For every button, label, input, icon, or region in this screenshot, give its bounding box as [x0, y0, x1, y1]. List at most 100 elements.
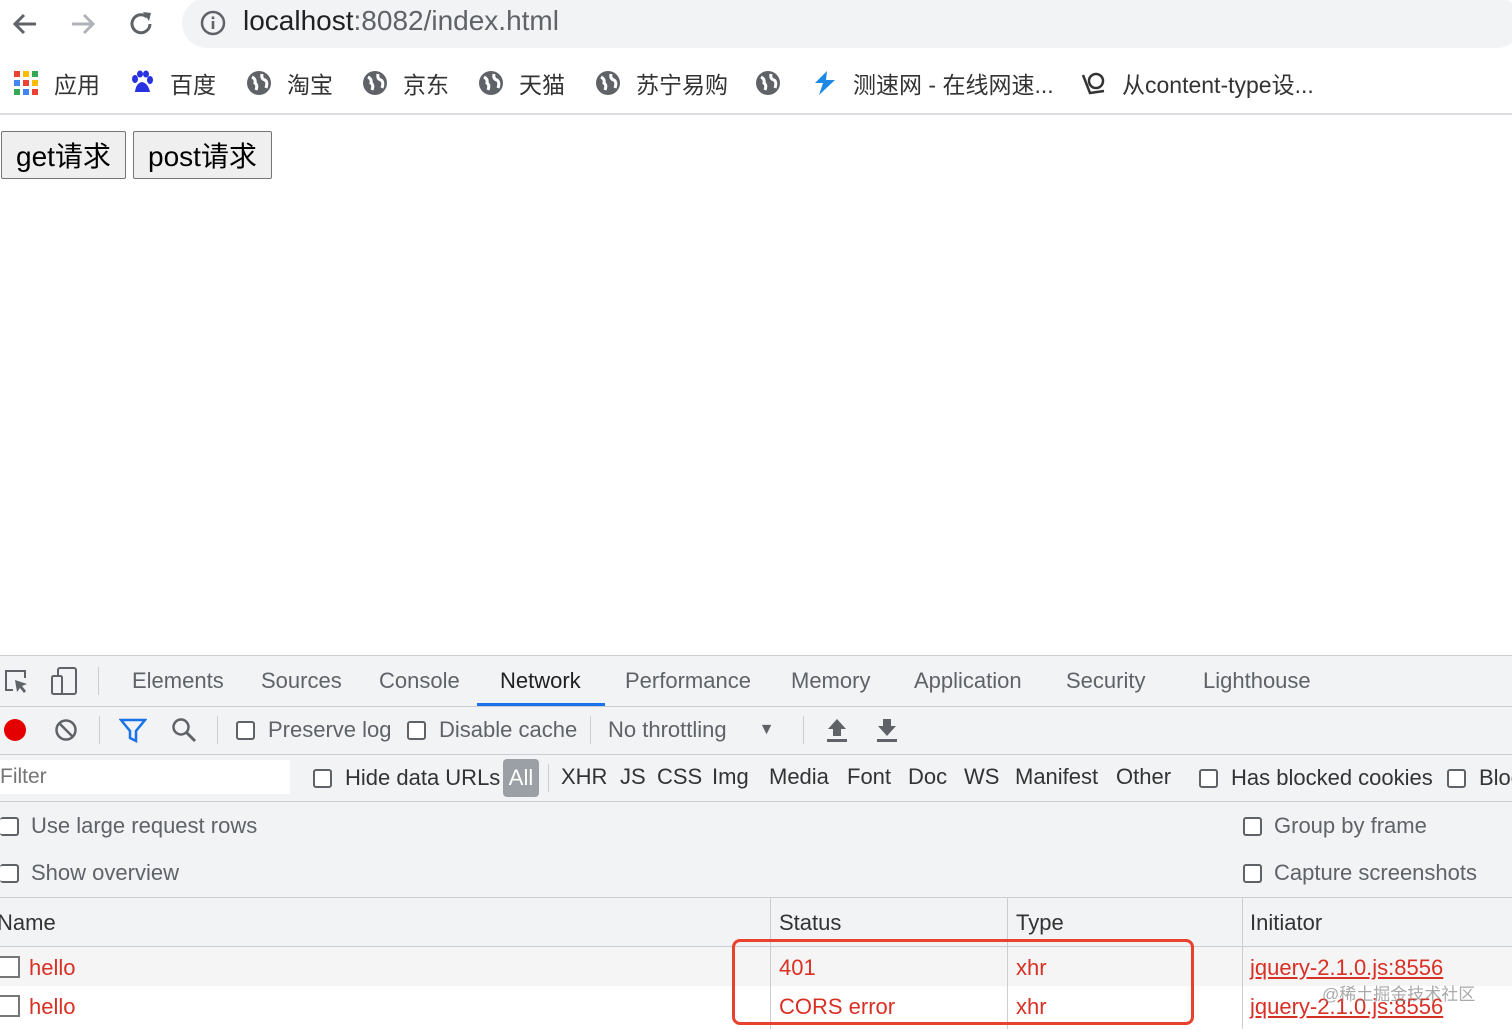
disable-cache-toggle[interactable]: Disable cache: [407, 717, 577, 743]
tab-security[interactable]: Security: [1066, 656, 1145, 706]
has-blocked-cookies-label: Has blocked cookies: [1231, 765, 1433, 790]
url-host: localhost: [243, 5, 354, 36]
bookmark-label: 应用: [54, 72, 100, 98]
tab-sources[interactable]: Sources: [261, 656, 342, 706]
bookmark-suning[interactable]: 苏宁易购: [594, 55, 728, 111]
import-har-icon[interactable]: [825, 717, 849, 748]
bookmark-label: 淘宝: [287, 72, 333, 98]
capture-screenshots-label: Capture screenshots: [1274, 860, 1477, 885]
toolbar-separator: [803, 716, 804, 744]
blocked-requests-toggle[interactable]: Bloc: [1447, 765, 1512, 791]
large-rows-checkbox[interactable]: [0, 816, 19, 836]
preserve-log-toggle[interactable]: Preserve log: [236, 717, 392, 743]
throttling-value: No throttling: [608, 717, 727, 742]
filter-separator: [548, 764, 549, 792]
record-icon[interactable]: [3, 718, 27, 747]
url-text[interactable]: localhost:8082/index.html: [243, 5, 559, 37]
type-filter-doc[interactable]: Doc: [908, 764, 947, 790]
type-filter-manifest[interactable]: Manifest: [1015, 764, 1098, 790]
request-name: hello: [29, 955, 76, 980]
capture-screenshots-checkbox[interactable]: [1243, 863, 1262, 883]
search-icon[interactable]: [171, 717, 197, 748]
reload-icon: [130, 12, 152, 35]
group-by-frame-checkbox[interactable]: [1243, 816, 1262, 836]
globe-icon: [245, 69, 273, 97]
bookmark-label: 苏宁易购: [636, 72, 728, 98]
blocked-requests-label: Bloc: [1479, 765, 1512, 790]
devtools-tab-bar: Elements Sources Console Network Perform…: [0, 656, 1512, 707]
info-icon[interactable]: [200, 10, 226, 36]
toolbar-separator: [99, 716, 100, 744]
type-filter-css[interactable]: CSS: [657, 764, 702, 790]
has-blocked-cookies-toggle[interactable]: Has blocked cookies: [1199, 765, 1433, 791]
clear-icon[interactable]: [54, 718, 78, 747]
disable-cache-checkbox[interactable]: [407, 720, 426, 740]
tab-network[interactable]: Network: [500, 656, 581, 706]
group-by-frame-label: Group by frame: [1274, 813, 1427, 838]
reload-button[interactable]: [119, 2, 163, 46]
export-har-icon[interactable]: [875, 717, 899, 748]
baidu-paw-icon: [128, 69, 156, 97]
column-header-initiator[interactable]: Initiator: [1250, 910, 1322, 936]
request-name: hello: [29, 994, 76, 1019]
show-overview-option[interactable]: Show overview: [0, 860, 179, 886]
inspect-element-icon[interactable]: [3, 668, 29, 699]
type-filter-js[interactable]: JS: [620, 764, 646, 790]
column-header-type[interactable]: Type: [1016, 910, 1064, 936]
tab-performance[interactable]: Performance: [625, 656, 751, 706]
type-filter-ws[interactable]: WS: [964, 764, 999, 790]
capture-screenshots-option[interactable]: Capture screenshots: [1243, 860, 1477, 886]
has-blocked-cookies-checkbox[interactable]: [1199, 768, 1218, 788]
request-initiator-link[interactable]: jquery-2.1.0.js:8556: [1250, 955, 1443, 981]
hide-data-urls-checkbox[interactable]: [313, 768, 332, 788]
hide-data-urls-label: Hide data URLs: [345, 765, 501, 790]
blocked-requests-checkbox[interactable]: [1447, 768, 1466, 788]
bookmark-tmall[interactable]: 天猫: [477, 55, 565, 111]
forward-button[interactable]: [61, 2, 105, 46]
post-request-button[interactable]: post请求: [133, 131, 272, 179]
bookmark-juejin[interactable]: 从content-type设...: [1080, 55, 1314, 111]
device-toolbar-icon[interactable]: [50, 666, 78, 701]
column-header-status[interactable]: Status: [779, 910, 841, 936]
get-request-button[interactable]: get请求: [1, 131, 126, 179]
large-rows-label: Use large request rows: [31, 813, 258, 838]
type-filter-font[interactable]: Font: [847, 764, 891, 790]
row-icon: [0, 956, 20, 978]
disable-cache-label: Disable cache: [439, 717, 578, 742]
type-filter-other[interactable]: Other: [1116, 764, 1171, 790]
type-filter-media[interactable]: Media: [769, 764, 829, 790]
column-header-name[interactable]: Name: [0, 910, 56, 936]
bookmark-baidu[interactable]: 百度: [128, 55, 216, 111]
tab-separator: [98, 667, 99, 695]
throttling-select[interactable]: No throttling ▼: [608, 717, 774, 743]
toolbar-separator: [590, 716, 591, 744]
filter-icon[interactable]: [118, 718, 148, 749]
group-by-frame-option[interactable]: Group by frame: [1243, 813, 1427, 839]
bookmark-taobao[interactable]: 淘宝: [245, 55, 333, 111]
hide-data-urls-toggle[interactable]: Hide data URLs: [313, 765, 500, 791]
tab-elements[interactable]: Elements: [132, 656, 224, 706]
type-filter-xhr[interactable]: XHR: [561, 764, 607, 790]
column-divider[interactable]: [1242, 898, 1243, 1029]
show-overview-label: Show overview: [31, 860, 179, 885]
bookmark-apps[interactable]: 应用: [12, 55, 100, 111]
url-path: :8082/index.html: [353, 5, 559, 36]
tab-console[interactable]: Console: [379, 656, 460, 706]
globe-icon: [754, 69, 782, 97]
tab-application[interactable]: Application: [914, 656, 1022, 706]
bookmark-speedtest[interactable]: 测速网 - 在线网速...: [811, 55, 1054, 111]
filter-input[interactable]: [0, 760, 290, 794]
back-button[interactable]: [3, 2, 47, 46]
bookmark-jd[interactable]: 京东: [361, 55, 449, 111]
watermark: @稀土掘金技术社区: [1322, 985, 1476, 1004]
tab-lighthouse[interactable]: Lighthouse: [1203, 656, 1311, 706]
tab-memory[interactable]: Memory: [791, 656, 870, 706]
type-filter-all[interactable]: All: [503, 759, 539, 797]
large-rows-option[interactable]: Use large request rows: [0, 813, 257, 839]
preserve-log-checkbox[interactable]: [236, 720, 255, 740]
bookmark-unnamed[interactable]: [754, 55, 796, 111]
show-overview-checkbox[interactable]: [0, 863, 19, 883]
type-filter-img[interactable]: Img: [712, 764, 749, 790]
globe-icon: [477, 69, 505, 97]
bookmark-label: 百度: [170, 72, 216, 98]
